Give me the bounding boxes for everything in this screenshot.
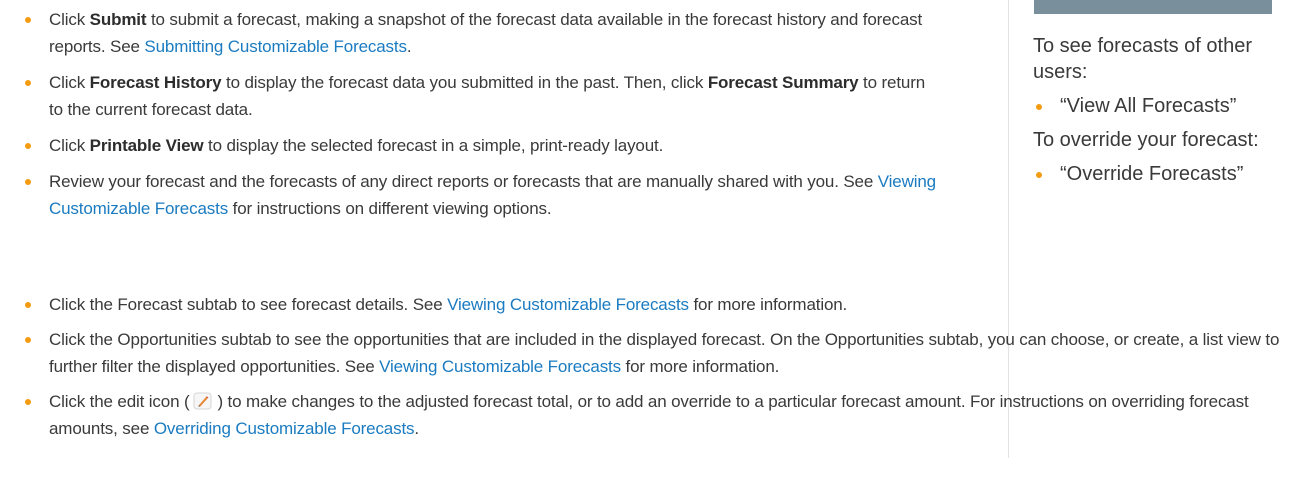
permission-list-override: “Override Forecasts” <box>1033 161 1303 187</box>
permission-item: “Override Forecasts” <box>1033 161 1303 187</box>
overriding-forecasts-link[interactable]: Overriding Customizable Forecasts <box>154 419 415 438</box>
list-item-forecast-history: Click Forecast History to display the fo… <box>0 69 940 123</box>
bullet-dot <box>25 143 31 149</box>
bullet-dot <box>25 337 31 343</box>
item-text: Click <box>49 136 90 155</box>
item-text: Click the Forecast subtab to see forecas… <box>49 295 448 314</box>
item-text: Click <box>49 10 90 29</box>
edit-pencil-icon <box>193 391 213 410</box>
list-item-opportunities-subtab: Click the Opportunities subtab to see th… <box>0 326 1300 380</box>
permission-label-view: To see forecasts of other users: <box>1033 35 1253 83</box>
permission-text: “Override Forecasts” <box>1060 163 1244 185</box>
bullet-dot <box>1036 172 1042 178</box>
item-text: Review your forecast and the forecasts o… <box>49 172 878 191</box>
list-item-review-forecast: Review your forecast and the forecasts o… <box>0 168 940 222</box>
viewing-forecasts-link[interactable]: Viewing Customizable Forecasts <box>447 295 689 314</box>
forecast-history-term: Forecast History <box>89 73 222 92</box>
bullet-dot <box>25 17 31 23</box>
item-text: to display the forecast data you submitt… <box>221 73 708 92</box>
forecast-actions-list: Click Submit to submit a forecast, makin… <box>0 6 940 231</box>
list-item-printable-view: Click Printable View to display the sele… <box>0 132 940 159</box>
forecast-summary-term: Forecast Summary <box>707 73 859 92</box>
bullet-dot <box>25 179 31 185</box>
list-item-forecast-subtab: Click the Forecast subtab to see forecas… <box>0 291 1300 318</box>
permission-item: “View All Forecasts” <box>1033 93 1303 119</box>
sidebar-body: To see forecasts of other users: “View A… <box>1033 33 1303 195</box>
viewing-forecasts-link[interactable]: Viewing Customizable Forecasts <box>379 357 621 376</box>
permission-label-override: To override your forecast: <box>1033 129 1259 151</box>
item-text: for more information. <box>688 295 848 314</box>
bullet-dot <box>25 302 31 308</box>
bullet-dot <box>25 80 31 86</box>
bullet-dot <box>25 399 31 405</box>
help-page: Click Submit to submit a forecast, makin… <box>0 0 1310 502</box>
item-text: for more information. <box>620 357 780 376</box>
bullet-dot <box>1036 104 1042 110</box>
permission-list-view: “View All Forecasts” <box>1033 93 1303 119</box>
list-item-edit-icon: Click the edit icon () to make changes t… <box>0 388 1300 442</box>
item-text: Click <box>49 73 90 92</box>
submitting-forecasts-link[interactable]: Submitting Customizable Forecasts <box>144 37 407 56</box>
item-text: . <box>406 37 412 56</box>
item-text: Click the edit icon ( <box>49 392 190 411</box>
list-item-submit: Click Submit to submit a forecast, makin… <box>0 6 940 60</box>
item-text: . <box>414 419 419 438</box>
forecast-subtabs-list: Click the Forecast subtab to see forecas… <box>0 291 1300 450</box>
item-text: for instructions on different viewing op… <box>228 199 552 218</box>
submit-term: Submit <box>89 10 147 29</box>
permission-text: “View All Forecasts” <box>1060 95 1237 117</box>
sidebar-header-bar <box>1034 0 1272 14</box>
printable-view-term: Printable View <box>89 136 204 155</box>
item-text: to display the selected forecast in a si… <box>203 136 664 155</box>
